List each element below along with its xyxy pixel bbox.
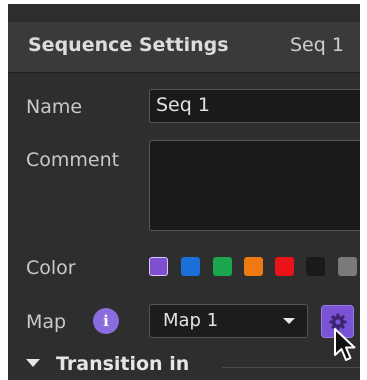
triangle-down-icon — [26, 358, 40, 367]
name-input[interactable]: Seq 1 — [149, 89, 360, 123]
mouse-cursor — [334, 328, 356, 361]
section-transition-in[interactable]: Transition in — [26, 353, 189, 375]
section-divider — [222, 367, 360, 368]
color-swatch-black[interactable] — [306, 257, 325, 276]
panel-title: Sequence Settings — [28, 34, 229, 56]
section-transition-in-label: Transition in — [56, 353, 190, 375]
map-select[interactable]: Map 1 — [149, 304, 308, 338]
sequence-settings-panel: Sequence Settings Seq 1 Name Seq 1 Comme… — [8, 4, 360, 380]
color-swatch-orange[interactable] — [244, 257, 263, 276]
color-swatch-gray[interactable] — [338, 257, 357, 276]
comment-label: Comment — [26, 149, 120, 171]
color-swatch-blue[interactable] — [181, 257, 200, 276]
panel-subtitle: Seq 1 — [290, 34, 344, 56]
color-swatch-green[interactable] — [213, 257, 232, 276]
name-label: Name — [26, 96, 83, 118]
panel-header: Sequence Settings Seq 1 — [8, 22, 360, 73]
chevron-down-icon — [283, 318, 295, 324]
map-label: Map — [26, 311, 67, 333]
comment-textarea[interactable] — [149, 140, 360, 231]
map-select-value: Map 1 — [163, 310, 219, 331]
color-swatch-purple[interactable] — [149, 257, 168, 276]
color-label: Color — [26, 257, 76, 279]
color-swatch-red[interactable] — [275, 257, 294, 276]
info-icon[interactable]: i — [93, 308, 119, 334]
